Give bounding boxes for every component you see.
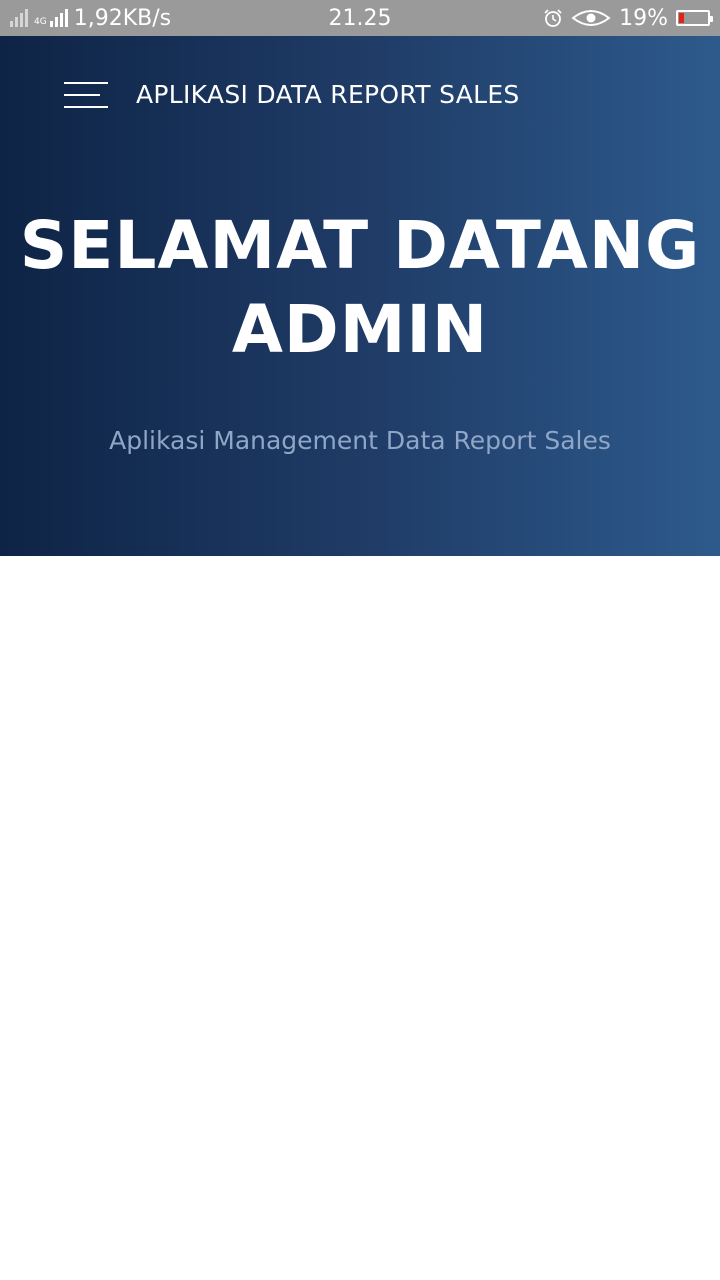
status-right: 19% bbox=[543, 0, 713, 36]
network-type: 4G bbox=[34, 17, 47, 27]
eye-comfort-icon bbox=[571, 10, 611, 26]
signal-icon bbox=[10, 9, 28, 27]
alarm-icon bbox=[544, 9, 562, 27]
headline-line-2: ADMIN bbox=[231, 291, 489, 368]
hero-section: APLIKASI DATA REPORT SALES SELAMAT DATAN… bbox=[0, 36, 720, 556]
status-left: 4G 1,92KB/s bbox=[10, 0, 171, 36]
network-speed: 1,92KB/s bbox=[73, 5, 172, 31]
hamburger-menu-icon[interactable] bbox=[56, 74, 116, 118]
status-bar: 4G 1,92KB/s 21.25 19% bbox=[0, 0, 720, 36]
app-title: APLIKASI DATA REPORT SALES bbox=[136, 80, 520, 109]
hero-subtitle: Aplikasi Management Data Report Sales bbox=[109, 426, 611, 455]
mobile-data-icon: 4G bbox=[34, 9, 68, 27]
top-navbar: APLIKASI DATA REPORT SALES bbox=[0, 36, 720, 156]
welcome-headline: SELAMAT DATANG ADMIN bbox=[0, 204, 720, 372]
headline-line-1: SELAMAT DATANG bbox=[19, 207, 701, 284]
battery-level bbox=[679, 13, 684, 23]
battery-percent: 19% bbox=[619, 5, 668, 31]
clock: 21.25 bbox=[328, 5, 392, 31]
battery-icon bbox=[676, 10, 713, 26]
